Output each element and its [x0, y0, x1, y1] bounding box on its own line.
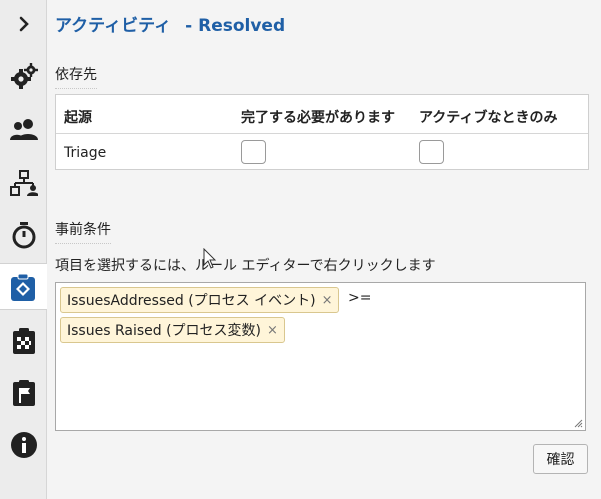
chip-remove-icon[interactable]: ×: [267, 323, 278, 338]
clipboard-checker-icon[interactable]: [0, 321, 47, 361]
org-chart-icon[interactable]: [0, 163, 47, 203]
flag-icon[interactable]: [0, 373, 47, 413]
title-suffix: - Resolved: [185, 16, 286, 36]
column-origin: 起源: [64, 110, 92, 126]
table-header: 起源 完了する必要があります アクティブなときのみ: [56, 95, 588, 134]
expand-chevron-icon[interactable]: [0, 4, 47, 44]
page-title: アクティビティ - Resolved: [55, 11, 285, 36]
condition-chip[interactable]: IssuesAddressed (プロセス イベント) ×: [60, 287, 340, 313]
info-icon[interactable]: [0, 425, 47, 465]
operator-text: >=: [348, 290, 372, 306]
dependencies-table: 起源 完了する必要があります アクティブなときのみ Triage: [55, 94, 589, 170]
column-must-complete: 完了する必要があります: [241, 110, 395, 126]
row-origin-value: Triage: [64, 145, 107, 161]
users-icon[interactable]: [0, 110, 47, 150]
chip-label: Issues Raised (プロセス変数): [67, 323, 262, 339]
must-complete-checkbox[interactable]: [241, 140, 266, 164]
only-when-active-checkbox[interactable]: [419, 140, 444, 164]
icon-rail: [0, 0, 48, 499]
resize-grip-icon[interactable]: [574, 419, 583, 428]
condition-chip[interactable]: Issues Raised (プロセス変数) ×: [60, 317, 285, 343]
timer-icon[interactable]: [0, 215, 47, 255]
chip-label: IssuesAddressed (プロセス イベント): [67, 293, 316, 309]
confirm-button[interactable]: 確認: [533, 444, 588, 474]
rule-editor-hint: 項目を選択するには、ルール エディターで右クリックします: [55, 258, 436, 274]
preconditions-label: 事前条件: [55, 219, 111, 244]
gears-icon[interactable]: [0, 56, 47, 96]
rule-editor[interactable]: IssuesAddressed (プロセス イベント) × >= Issues …: [55, 282, 586, 431]
dependencies-label: 依存先: [55, 64, 97, 89]
chip-remove-icon[interactable]: ×: [322, 293, 333, 308]
column-only-when-active: アクティブなときのみ: [419, 110, 558, 126]
title-prefix: アクティビティ: [55, 16, 172, 36]
clipboard-diamond-icon[interactable]: [0, 263, 48, 310]
activity-panel: アクティビティ - Resolved 依存先 起源 完了する必要があります アクテ…: [47, 0, 601, 499]
mouse-cursor-icon: [203, 248, 217, 269]
